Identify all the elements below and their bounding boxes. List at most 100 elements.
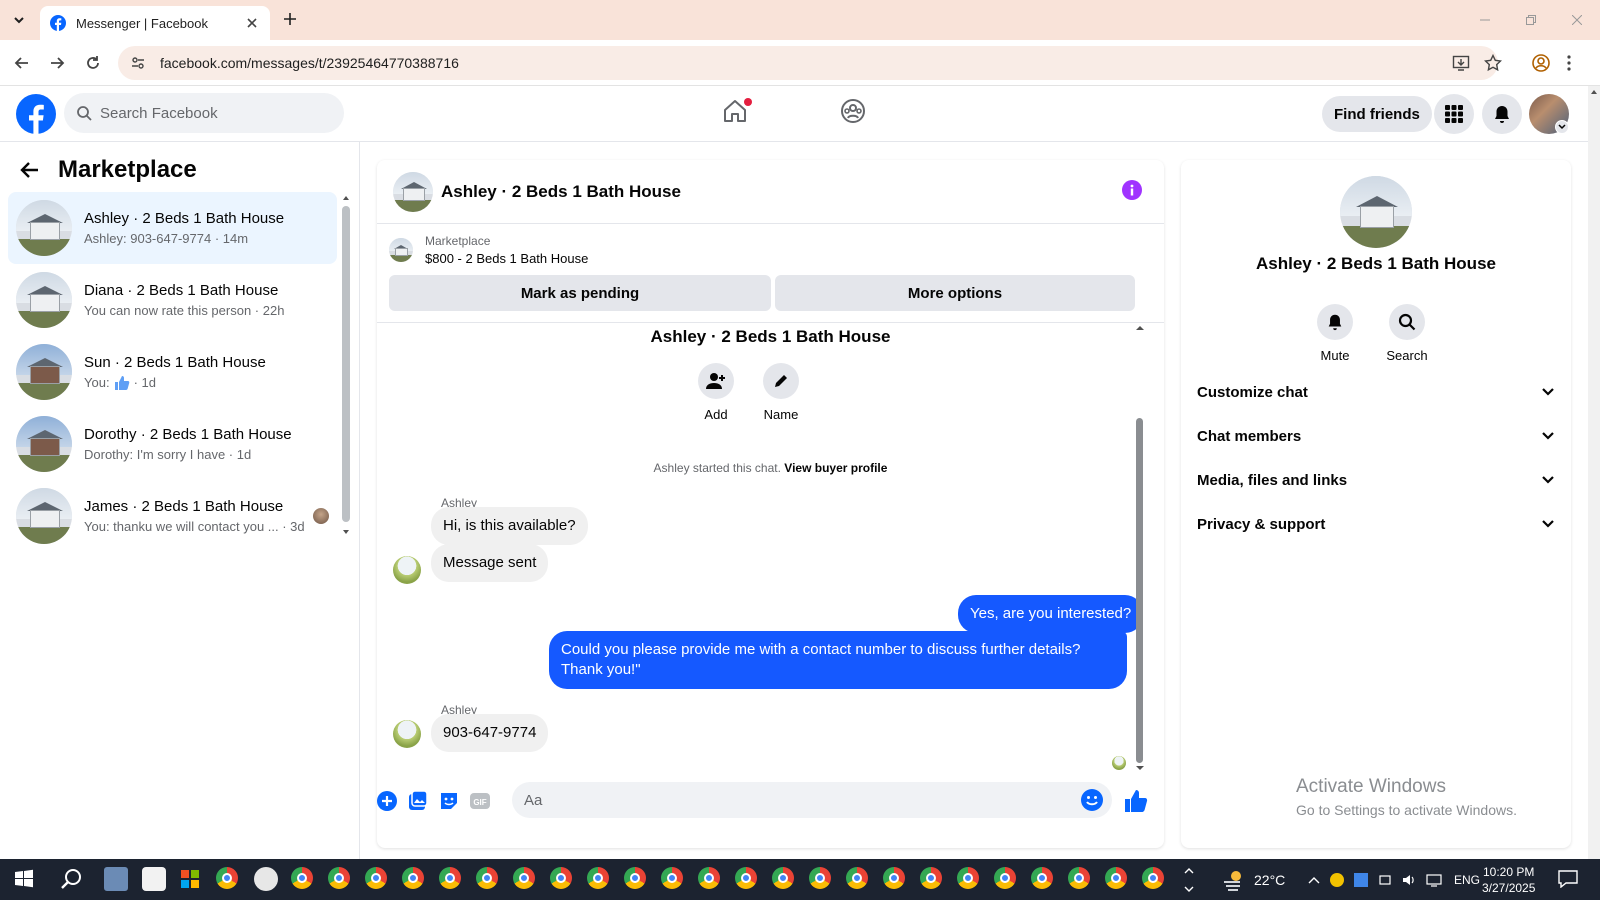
taskbar-search-icon[interactable]	[60, 867, 84, 891]
taskbar-clock[interactable]: 10:20 PM 3/27/2025	[1482, 864, 1535, 896]
message-bubble-outgoing[interactable]: Could you please provide me with a conta…	[549, 631, 1127, 689]
tray-device-icon[interactable]	[1378, 873, 1392, 887]
add-people-button[interactable]: Add	[686, 363, 746, 422]
sender-avatar[interactable]	[393, 556, 421, 584]
chrome-profile-icon[interactable]	[328, 867, 352, 891]
bookmark-star-icon[interactable]	[1484, 54, 1502, 72]
weather-widget[interactable]: 22°C	[1222, 859, 1285, 900]
chrome-profile-icon[interactable]	[402, 867, 426, 891]
more-options-button[interactable]: More options	[775, 275, 1135, 311]
back-icon[interactable]	[12, 53, 32, 73]
back-arrow-icon[interactable]	[20, 160, 40, 180]
chrome-profile-icon[interactable]	[476, 867, 500, 891]
forward-icon[interactable]	[47, 53, 67, 73]
browser-menu-icon[interactable]	[1566, 54, 1572, 72]
install-app-icon[interactable]	[1452, 54, 1470, 72]
account-chevron-icon[interactable]	[1555, 120, 1569, 134]
minimize-icon[interactable]	[1462, 0, 1508, 40]
info-button[interactable]	[1122, 180, 1142, 200]
reload-icon[interactable]	[83, 53, 103, 73]
groups-icon[interactable]	[840, 98, 866, 124]
close-window-icon[interactable]	[1554, 0, 1600, 40]
tray-app-icon[interactable]	[1354, 872, 1368, 887]
gif-icon[interactable]: GIF	[469, 790, 491, 812]
chrome-profile-icon[interactable]	[957, 867, 981, 891]
menu-grid-button[interactable]	[1434, 94, 1474, 134]
privacy-support-section[interactable]: Privacy & support	[1197, 502, 1555, 546]
taskbar-overflow-scroll-icon[interactable]	[1184, 865, 1194, 895]
chrome-profile-icon[interactable]	[661, 867, 685, 891]
like-send-icon[interactable]	[1124, 789, 1148, 813]
conversation-item[interactable]: Sun · 2 Beds 1 Bath House You: · 1d	[8, 336, 337, 408]
photo-icon[interactable]	[407, 790, 429, 812]
tray-chevron-up-icon[interactable]	[1308, 876, 1320, 884]
find-friends-button[interactable]: Find friends	[1322, 96, 1432, 132]
notifications-button[interactable]	[1482, 94, 1522, 134]
app-icon[interactable]	[142, 867, 166, 891]
customize-chat-section[interactable]: Customize chat	[1197, 370, 1555, 414]
site-info-icon[interactable]	[130, 55, 146, 71]
chrome-profile-icon[interactable]	[1105, 867, 1129, 891]
page-scrollbar[interactable]	[1588, 86, 1600, 859]
chrome-profile-icon[interactable]	[735, 867, 759, 891]
chrome-profile-icon[interactable]	[920, 867, 944, 891]
chrome-profile-icon[interactable]	[772, 867, 796, 891]
facebook-logo-icon[interactable]	[16, 94, 56, 134]
chrome-profile-icon[interactable]	[587, 867, 611, 891]
chrome-profile-icon[interactable]	[550, 867, 574, 891]
tray-app-icon[interactable]	[1330, 872, 1344, 887]
chrome-profile-icon[interactable]	[698, 867, 722, 891]
listing-summary[interactable]: Marketplace $800 - 2 Beds 1 Bath House	[389, 234, 588, 266]
chrome-profile-icon[interactable]	[291, 867, 315, 891]
chrome-profile-icon[interactable]	[624, 867, 648, 891]
tab-close-icon[interactable]	[244, 15, 260, 31]
facebook-search-input[interactable]: Search Facebook	[64, 93, 344, 133]
chrome-profile-icon[interactable]	[994, 867, 1018, 891]
sender-avatar[interactable]	[393, 720, 421, 748]
name-chat-button[interactable]: Name	[751, 363, 811, 422]
chrome-profile-icon[interactable]	[883, 867, 907, 891]
microsoft-store-icon[interactable]	[178, 867, 202, 891]
profile-icon[interactable]	[1532, 54, 1550, 72]
mark-as-pending-button[interactable]: Mark as pending	[389, 275, 771, 311]
conversation-list-scrollbar[interactable]	[342, 194, 350, 540]
chrome-profile-icon[interactable]	[1068, 867, 1092, 891]
app-icon[interactable]	[254, 867, 278, 891]
chrome-icon[interactable]	[216, 867, 240, 891]
conversation-item[interactable]: Dorothy · 2 Beds 1 Bath House Dorothy: I…	[8, 408, 337, 480]
chrome-profile-icon[interactable]	[809, 867, 833, 891]
windows-start-icon[interactable]	[12, 867, 36, 891]
media-files-links-section[interactable]: Media, files and links	[1197, 458, 1555, 502]
conversation-item[interactable]: James · 2 Beds 1 Bath House You: thanku …	[8, 480, 337, 552]
conversation-item[interactable]: Diana · 2 Beds 1 Bath House You can now …	[8, 264, 337, 336]
chrome-profile-icon[interactable]	[1142, 867, 1166, 891]
thread-scrollbar[interactable]	[1135, 323, 1145, 773]
chat-title[interactable]: Ashley · 2 Beds 1 Bath House	[441, 182, 681, 202]
input-language[interactable]: ENG	[1454, 873, 1480, 887]
message-bubble-incoming[interactable]: Message sent	[431, 544, 549, 582]
sticker-icon[interactable]	[438, 790, 460, 812]
address-bar[interactable]: facebook.com/messages/t/2392546477038871…	[118, 46, 1498, 80]
search-in-conversation-button[interactable]: Search	[1377, 304, 1437, 363]
browser-tab-messenger[interactable]: Messenger | Facebook	[40, 6, 270, 40]
new-tab-icon[interactable]	[282, 11, 298, 27]
message-bubble-incoming[interactable]: Hi, is this available?	[431, 507, 588, 545]
chrome-profile-icon[interactable]	[365, 867, 389, 891]
speaker-icon[interactable]	[1402, 873, 1416, 887]
chrome-profile-icon[interactable]	[846, 867, 870, 891]
restore-icon[interactable]	[1508, 0, 1554, 40]
mute-button[interactable]: Mute	[1305, 304, 1365, 363]
emoji-icon[interactable]	[1080, 788, 1104, 812]
chat-avatar[interactable]	[393, 171, 433, 212]
message-input[interactable]: Aa	[512, 782, 1112, 818]
chrome-profile-icon[interactable]	[1031, 867, 1055, 891]
plus-circle-icon[interactable]	[376, 790, 398, 812]
view-buyer-profile-link[interactable]: View buyer profile	[784, 461, 887, 475]
app-icon[interactable]	[104, 867, 128, 891]
message-bubble-outgoing[interactable]: Yes, are you interested?	[958, 595, 1144, 633]
notification-center-icon[interactable]	[1558, 870, 1578, 888]
message-bubble-incoming[interactable]: 903-647-9774	[431, 714, 549, 752]
listing-large-avatar[interactable]	[1340, 176, 1412, 248]
conversation-item[interactable]: Ashley · 2 Beds 1 Bath House Ashley: 903…	[8, 192, 337, 264]
chrome-profile-icon[interactable]	[513, 867, 537, 891]
